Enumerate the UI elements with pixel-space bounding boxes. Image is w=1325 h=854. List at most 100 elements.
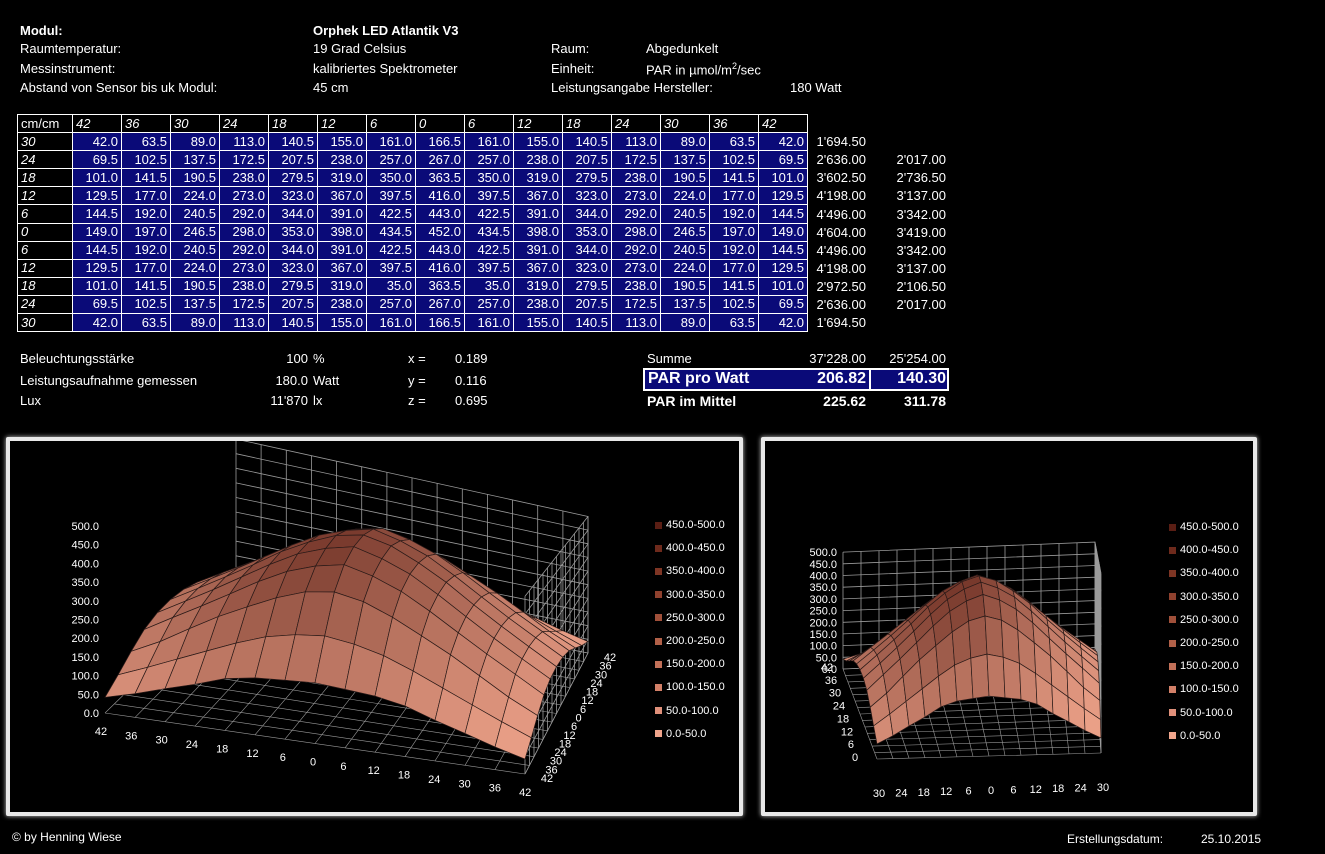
legend-label: 450.0-500.0	[666, 519, 725, 531]
modul-value: Orphek LED Atlantik V3	[313, 23, 459, 38]
table-cell: 273.0	[611, 258, 661, 278]
einheit-label: Einheit:	[551, 61, 595, 76]
table-cell: 177.0	[121, 186, 171, 206]
table-cell: 144.5	[72, 240, 122, 260]
table-cell: 344.0	[268, 204, 318, 224]
z-tick-label: 250.0	[809, 606, 837, 618]
table-cell: 353.0	[268, 222, 318, 242]
leist-value: 180.0	[275, 373, 308, 388]
row-sum: 2'636.00	[816, 297, 866, 312]
table-row: 24 69.5 102.5 137.5 172.5 207.5 238.0 257.0 267.…	[17, 150, 808, 170]
copyright: © by Henning Wiese	[12, 830, 122, 844]
left-surface-chart: 0.0 50.0 100.0 150.0 200.0 250.0 300.0 350.0 400…	[6, 437, 743, 816]
table-row: 12 129.5 177.0 224.0 273.0 323.0 367.0 397.5 416…	[17, 186, 808, 206]
row-sum-inner: 3'419.00	[896, 224, 946, 240]
table-cell: 267.0	[415, 294, 465, 315]
legend-label: 150.0-200.0	[1180, 660, 1239, 673]
z-tick-label: 450.0	[809, 559, 837, 571]
x-tick-label: 42	[95, 726, 107, 738]
table-cell: 238.0	[317, 150, 367, 170]
table-cell: 279.5	[562, 168, 612, 188]
table-cell: 416.0	[415, 258, 465, 278]
table-cell: 353.0	[562, 222, 612, 242]
table-cell: 207.5	[268, 294, 318, 315]
table-cell: 190.5	[660, 168, 710, 188]
legend-label: 50.0-100.0	[1180, 706, 1233, 719]
table-row: 30 42.0 63.5 89.0 113.0 140.5 155.0 161.0 166.5 1…	[17, 132, 808, 152]
x-tick-label: 0	[310, 757, 316, 769]
table-cell: 350.0	[464, 168, 514, 188]
legend-entry: 200.0-250.0	[1169, 637, 1239, 649]
table-cell: 422.5	[366, 204, 416, 224]
y-tick-label: 42	[541, 773, 553, 785]
legend-swatch	[1169, 685, 1176, 693]
table-cell: 238.0	[611, 168, 661, 188]
table-cell: 161.0	[464, 132, 514, 152]
table-cell: 166.5	[415, 313, 465, 333]
mess-label: Messinstrument:	[20, 61, 116, 76]
lux-unit: lx	[313, 393, 323, 408]
table-cell: 129.5	[72, 186, 122, 206]
table-cell: 69.5	[72, 294, 122, 315]
legend-entry: 250.0-300.0	[655, 612, 725, 624]
legend-label: 400.0-450.0	[1180, 544, 1239, 557]
table-cell: 155.0	[513, 313, 563, 333]
table-cell: 323.0	[562, 186, 612, 206]
x-label: x =	[408, 351, 426, 366]
column-header: 6	[366, 113, 416, 134]
table-cell: 246.5	[170, 222, 220, 242]
right-surface-plot: 0.050.0100.0150.0200.0250.0300.0350.0400…	[809, 541, 1109, 800]
x-tick-label: 36	[489, 783, 501, 795]
raum-label: Raum:	[551, 41, 590, 56]
table-cell: 137.5	[660, 150, 710, 170]
row-sum: 1'694.50	[816, 315, 866, 331]
table-cell: 323.0	[268, 258, 318, 278]
row-sum-inner: 3'342.00	[896, 242, 946, 258]
table-cell: 35.0	[464, 276, 514, 296]
legend-swatch	[1169, 616, 1176, 624]
z-tick-label: 200.0	[71, 633, 99, 645]
table-cell: 63.5	[709, 132, 759, 152]
leistung-label: Leistungsangabe Hersteller:	[551, 80, 713, 95]
z-tick-label: 500.0	[809, 547, 837, 559]
legend-entry: 250.0-300.0	[1169, 614, 1239, 626]
x-tick-label: 36	[125, 730, 137, 742]
table-cell: 190.5	[170, 276, 220, 296]
table-cell: 279.5	[268, 168, 318, 188]
table-cell: 224.0	[170, 186, 220, 206]
column-header: 24	[611, 113, 661, 134]
parwatt-1: 206.82	[817, 370, 866, 387]
legend-label: 200.0-250.0	[666, 635, 725, 647]
table-cell: 367.0	[317, 186, 367, 206]
x-tick-label: 12	[1030, 784, 1042, 796]
row-header: 0	[17, 222, 73, 242]
table-cell: 273.0	[219, 186, 269, 206]
table-cell: 257.0	[366, 294, 416, 315]
table-cell: 69.5	[72, 150, 122, 170]
z-tick-label: 50.0	[78, 689, 99, 701]
table-cell: 102.5	[709, 150, 759, 170]
legend-label: 250.0-300.0	[666, 611, 725, 624]
table-cell: 192.0	[709, 204, 759, 224]
legend-swatch	[655, 683, 662, 691]
summe-1: 37'228.00	[809, 351, 866, 366]
table-cell: 35.0	[366, 276, 416, 296]
gridline	[842, 541, 1102, 574]
row-sum: 4'198.00	[816, 260, 866, 276]
row-sum-inner: 3'342.00	[896, 206, 946, 222]
legend-entry: 450.0-500.0	[655, 519, 725, 531]
row-header: 12	[17, 186, 73, 206]
x-value: 0.189	[455, 351, 488, 366]
table-cell: 190.5	[170, 168, 220, 188]
y-tick-label: 24	[833, 701, 845, 713]
table-cell: 155.0	[317, 313, 367, 333]
z-tick-label: 200.0	[809, 617, 837, 629]
table-cell: 207.5	[562, 150, 612, 170]
summe-2: 25'254.00	[889, 351, 946, 366]
table-row: 18 101.0 141.5 190.5 238.0 279.5 319.0 350.0 363…	[17, 168, 808, 188]
x-tick-label: 42	[519, 787, 531, 799]
table-cell: 113.0	[219, 313, 269, 333]
table-cell: 319.0	[513, 276, 563, 296]
table-cell: 63.5	[121, 132, 171, 152]
legend-swatch	[655, 730, 662, 738]
